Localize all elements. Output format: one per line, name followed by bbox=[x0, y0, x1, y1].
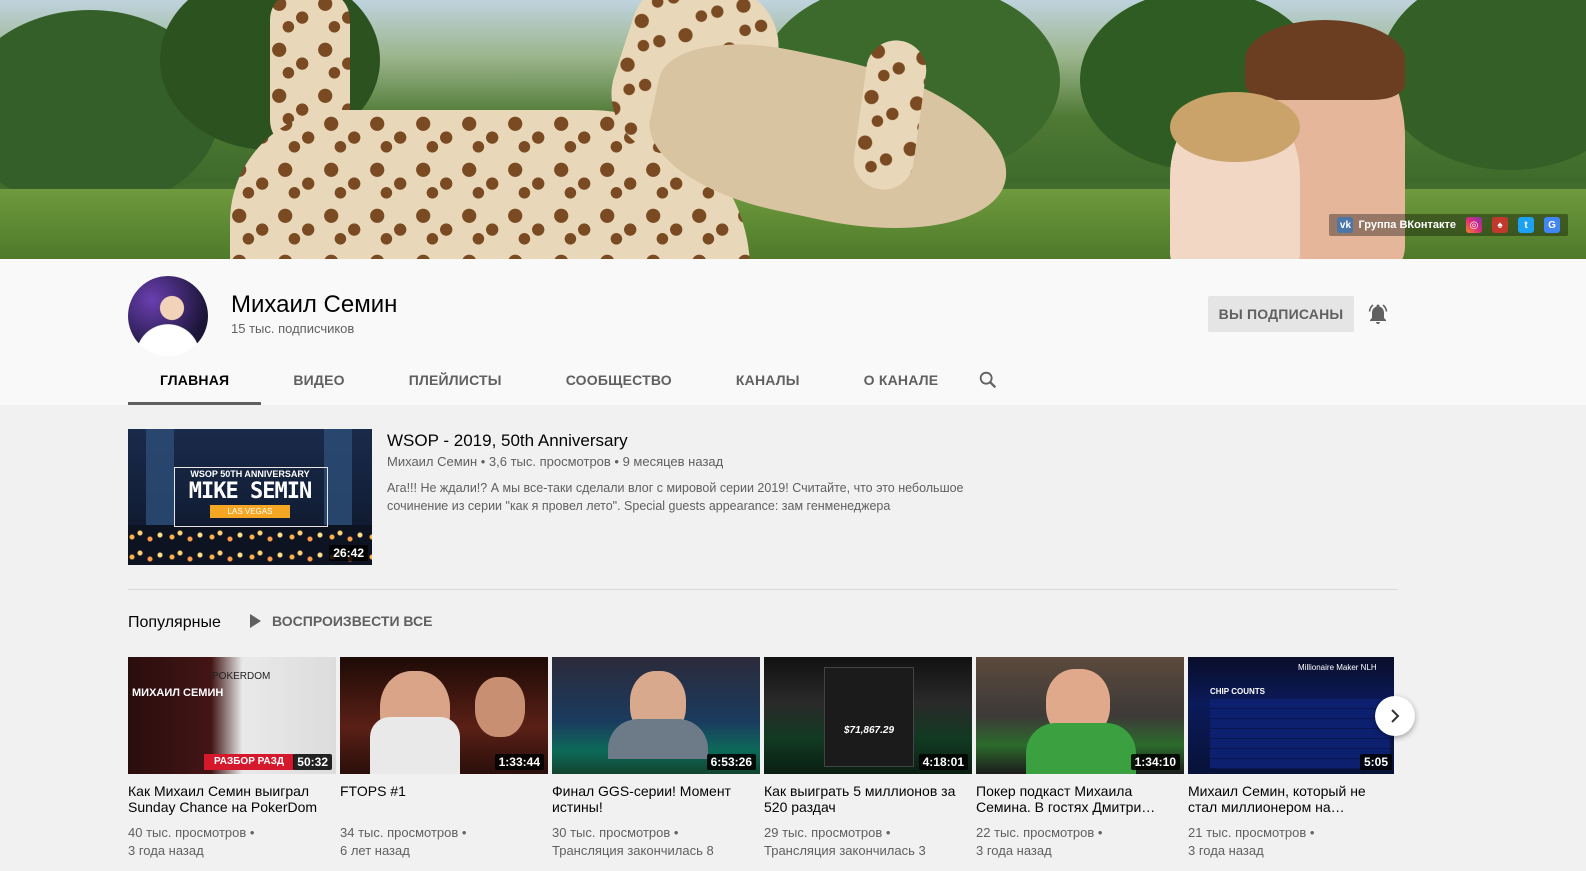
video-thumbnail[interactable]: $71,867.29 4:18:01 bbox=[764, 657, 972, 774]
channel-name: Михаил Семин bbox=[231, 291, 398, 318]
video-thumbnail[interactable]: 1:33:44 bbox=[340, 657, 548, 774]
featured-video-meta: Михаил Семин • 3,6 тыс. просмотров • 9 м… bbox=[387, 454, 724, 469]
video-age: Трансляция закончилась 8 bbox=[552, 843, 714, 858]
video-card[interactable]: $71,867.29 4:18:01 Как выиграть 5 миллио… bbox=[764, 657, 972, 860]
notification-bell-icon[interactable] bbox=[1366, 302, 1390, 326]
video-thumbnail[interactable]: 6:53:26 bbox=[552, 657, 760, 774]
tab-videos[interactable]: ВИДЕО bbox=[261, 362, 376, 405]
video-duration: 4:18:01 bbox=[918, 754, 968, 770]
featured-video-description: Ага!!! Не ждали!? А мы все-таки сделали … bbox=[387, 481, 964, 513]
shelf-next-button[interactable] bbox=[1375, 696, 1415, 736]
tab-channels[interactable]: КАНАЛЫ bbox=[704, 362, 832, 405]
vk-link[interactable]: vk Группа ВКонтакте bbox=[1337, 217, 1456, 233]
pokerdom-icon[interactable]: ♠ bbox=[1492, 217, 1508, 233]
thumbnail-caption: CHIP COUNTS bbox=[1210, 687, 1265, 696]
subscribed-button[interactable]: ВЫ ПОДПИСАНЫ bbox=[1208, 296, 1354, 332]
video-views: 22 тыс. просмотров • bbox=[976, 825, 1103, 840]
section-divider bbox=[128, 589, 1398, 590]
video-title[interactable]: Как Михаил Семин выиграл Sunday Chance н… bbox=[128, 783, 336, 815]
featured-video-title[interactable]: WSOP - 2019, 50th Anniversary bbox=[387, 431, 628, 451]
shelf-title[interactable]: Популярные bbox=[128, 614, 221, 632]
video-age: Трансляция закончилась 3 bbox=[764, 843, 926, 858]
video-views: 29 тыс. просмотров • bbox=[764, 825, 891, 840]
featured-video-thumbnail[interactable]: WSOP 50TH ANNIVERSARY MIKE SEMIN LAS VEG… bbox=[128, 429, 372, 565]
video-duration: 5:05 bbox=[1359, 754, 1392, 770]
thumbnail-caption: МИХАИЛ СЕМИН bbox=[132, 687, 224, 699]
chevron-right-icon bbox=[1391, 709, 1400, 723]
instagram-icon[interactable]: ◎ bbox=[1466, 217, 1482, 233]
video-title[interactable]: FTOPS #1 bbox=[340, 783, 548, 815]
channel-banner: vk Группа ВКонтакте ◎ ♠ t G bbox=[0, 0, 1586, 259]
thumbnail-caption: Millionaire Maker NLH bbox=[1298, 663, 1377, 672]
video-card[interactable]: 1:33:44 FTOPS #1 34 тыс. просмотров • 6 … bbox=[340, 657, 548, 860]
video-card[interactable]: МИХАИЛ СЕМИН POKERDOM РАЗБОР РАЗД 50:32 … bbox=[128, 657, 336, 860]
video-duration: 1:33:44 bbox=[494, 754, 544, 770]
video-age: 6 лет назад bbox=[340, 843, 410, 858]
tab-community[interactable]: СООБЩЕСТВО bbox=[534, 362, 704, 405]
thumbnail-caption: MIKE SEMIN bbox=[188, 479, 312, 504]
video-duration: 6:53:26 bbox=[706, 754, 756, 770]
google-icon[interactable]: G bbox=[1544, 217, 1560, 233]
thumbnail-caption: РАЗБОР РАЗД bbox=[204, 754, 294, 770]
tab-about[interactable]: О КАНАЛЕ bbox=[832, 362, 971, 405]
video-age: 3 года назад bbox=[1188, 843, 1264, 858]
thumbnail-caption: LAS VEGAS bbox=[210, 505, 290, 518]
social-links: vk Группа ВКонтакте ◎ ♠ t G bbox=[1329, 214, 1568, 236]
tab-home[interactable]: ГЛАВНАЯ bbox=[128, 362, 262, 405]
video-duration: 26:42 bbox=[329, 545, 368, 561]
video-card[interactable]: Millionaire Maker NLH CHIP COUNTS 5:05 М… bbox=[1188, 657, 1394, 860]
video-card[interactable]: 1:34:10 Покер подкаст Михаила Семина. В … bbox=[976, 657, 1184, 860]
video-duration: 50:32 bbox=[293, 754, 332, 770]
video-thumbnail[interactable]: МИХАИЛ СЕМИН POKERDOM РАЗБОР РАЗД 50:32 bbox=[128, 657, 336, 774]
channel-header: Михаил Семин 15 тыс. подписчиков ВЫ ПОДП… bbox=[0, 259, 1586, 405]
video-age: 3 года назад bbox=[128, 843, 204, 858]
video-views: 34 тыс. просмотров • bbox=[340, 825, 467, 840]
tab-playlists[interactable]: ПЛЕЙЛИСТЫ bbox=[377, 362, 534, 405]
video-thumbnail[interactable]: 1:34:10 bbox=[976, 657, 1184, 774]
play-all-button[interactable]: ВОСПРОИЗВЕСТИ ВСЕ bbox=[250, 613, 432, 629]
video-age: 3 года назад bbox=[976, 843, 1052, 858]
popular-videos-shelf: МИХАИЛ СЕМИН POKERDOM РАЗБОР РАЗД 50:32 … bbox=[128, 657, 1394, 871]
thumbnail-caption: $71,867.29 bbox=[843, 725, 895, 736]
play-icon bbox=[250, 614, 261, 628]
twitter-icon[interactable]: t bbox=[1518, 217, 1534, 233]
video-card[interactable]: 6:53:26 Финал GGS-серии! Момент истины! … bbox=[552, 657, 760, 860]
video-thumbnail[interactable]: Millionaire Maker NLH CHIP COUNTS 5:05 bbox=[1188, 657, 1394, 774]
subscriber-count: 15 тыс. подписчиков bbox=[231, 321, 355, 336]
video-views: 21 тыс. просмотров • bbox=[1188, 825, 1315, 840]
vk-icon: vk bbox=[1337, 217, 1354, 233]
video-duration: 1:34:10 bbox=[1130, 754, 1180, 770]
video-views: 30 тыс. просмотров • bbox=[552, 825, 679, 840]
channel-avatar[interactable] bbox=[128, 276, 208, 356]
thumbnail-caption: POKERDOM bbox=[212, 671, 271, 682]
video-title[interactable]: Как выиграть 5 миллионов за 520 раздач bbox=[764, 783, 972, 815]
video-title[interactable]: Михаил Семин, который не стал миллионеро… bbox=[1188, 783, 1394, 815]
search-icon[interactable] bbox=[977, 369, 999, 391]
video-title[interactable]: Покер подкаст Михаила Семина. В гостях Д… bbox=[976, 783, 1184, 815]
video-views: 40 тыс. просмотров • bbox=[128, 825, 255, 840]
thumbnail-caption: WSOP 50TH ANNIVERSARY bbox=[190, 469, 310, 479]
channel-tabs: ГЛАВНАЯ ВИДЕО ПЛЕЙЛИСТЫ СООБЩЕСТВО КАНАЛ… bbox=[128, 362, 970, 405]
video-title[interactable]: Финал GGS-серии! Момент истины! bbox=[552, 783, 760, 815]
